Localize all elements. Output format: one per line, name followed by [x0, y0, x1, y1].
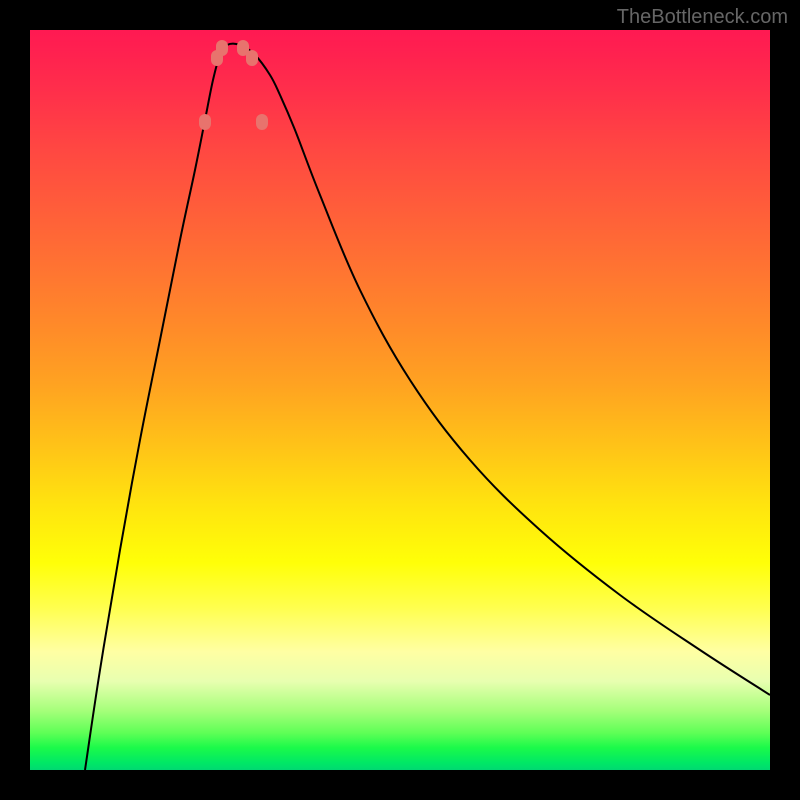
curve-marker — [199, 114, 211, 130]
curve-marker — [256, 114, 268, 130]
markers-group — [199, 40, 268, 130]
curve-group — [85, 44, 770, 770]
watermark-text: TheBottleneck.com — [617, 6, 788, 29]
curve-marker — [216, 40, 228, 56]
chart-svg — [30, 30, 770, 770]
bottleneck-curve — [85, 44, 770, 770]
curve-marker — [237, 40, 249, 56]
chart-plot-area — [30, 30, 770, 770]
